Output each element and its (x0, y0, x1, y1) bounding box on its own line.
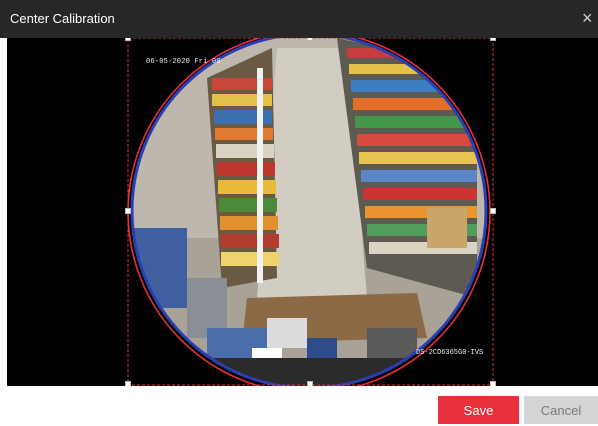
resize-handle-top-center[interactable] (307, 38, 313, 41)
dialog-title-bar[interactable]: Center Calibration × (0, 0, 598, 38)
dialog-title: Center Calibration (10, 11, 115, 26)
resize-handle-middle-left[interactable] (125, 208, 131, 214)
fisheye-video-frame (127, 38, 494, 386)
resize-handle-bottom-left[interactable] (125, 381, 131, 386)
resize-handle-bottom-center[interactable] (307, 381, 313, 386)
video-timestamp: 06-05-2020 Fri 00 (146, 58, 221, 66)
resize-handle-bottom-right[interactable] (490, 381, 496, 386)
save-button[interactable]: Save (438, 396, 519, 424)
camera-name-overlay: DS-2CD6365G0-IVS (416, 349, 484, 357)
resize-handle-middle-right[interactable] (490, 208, 496, 214)
close-icon[interactable]: × (582, 6, 598, 30)
resize-handle-top-right[interactable] (490, 38, 496, 41)
cancel-button[interactable]: Cancel (524, 396, 598, 424)
center-calibration-dialog: Center Calibration × 06-05-2020 Fri 00 D… (0, 0, 598, 426)
resize-handle-top-left[interactable] (125, 38, 131, 41)
video-preview[interactable]: 06-05-2020 Fri 00 DS-2CD6365G0-IVS (7, 38, 598, 386)
